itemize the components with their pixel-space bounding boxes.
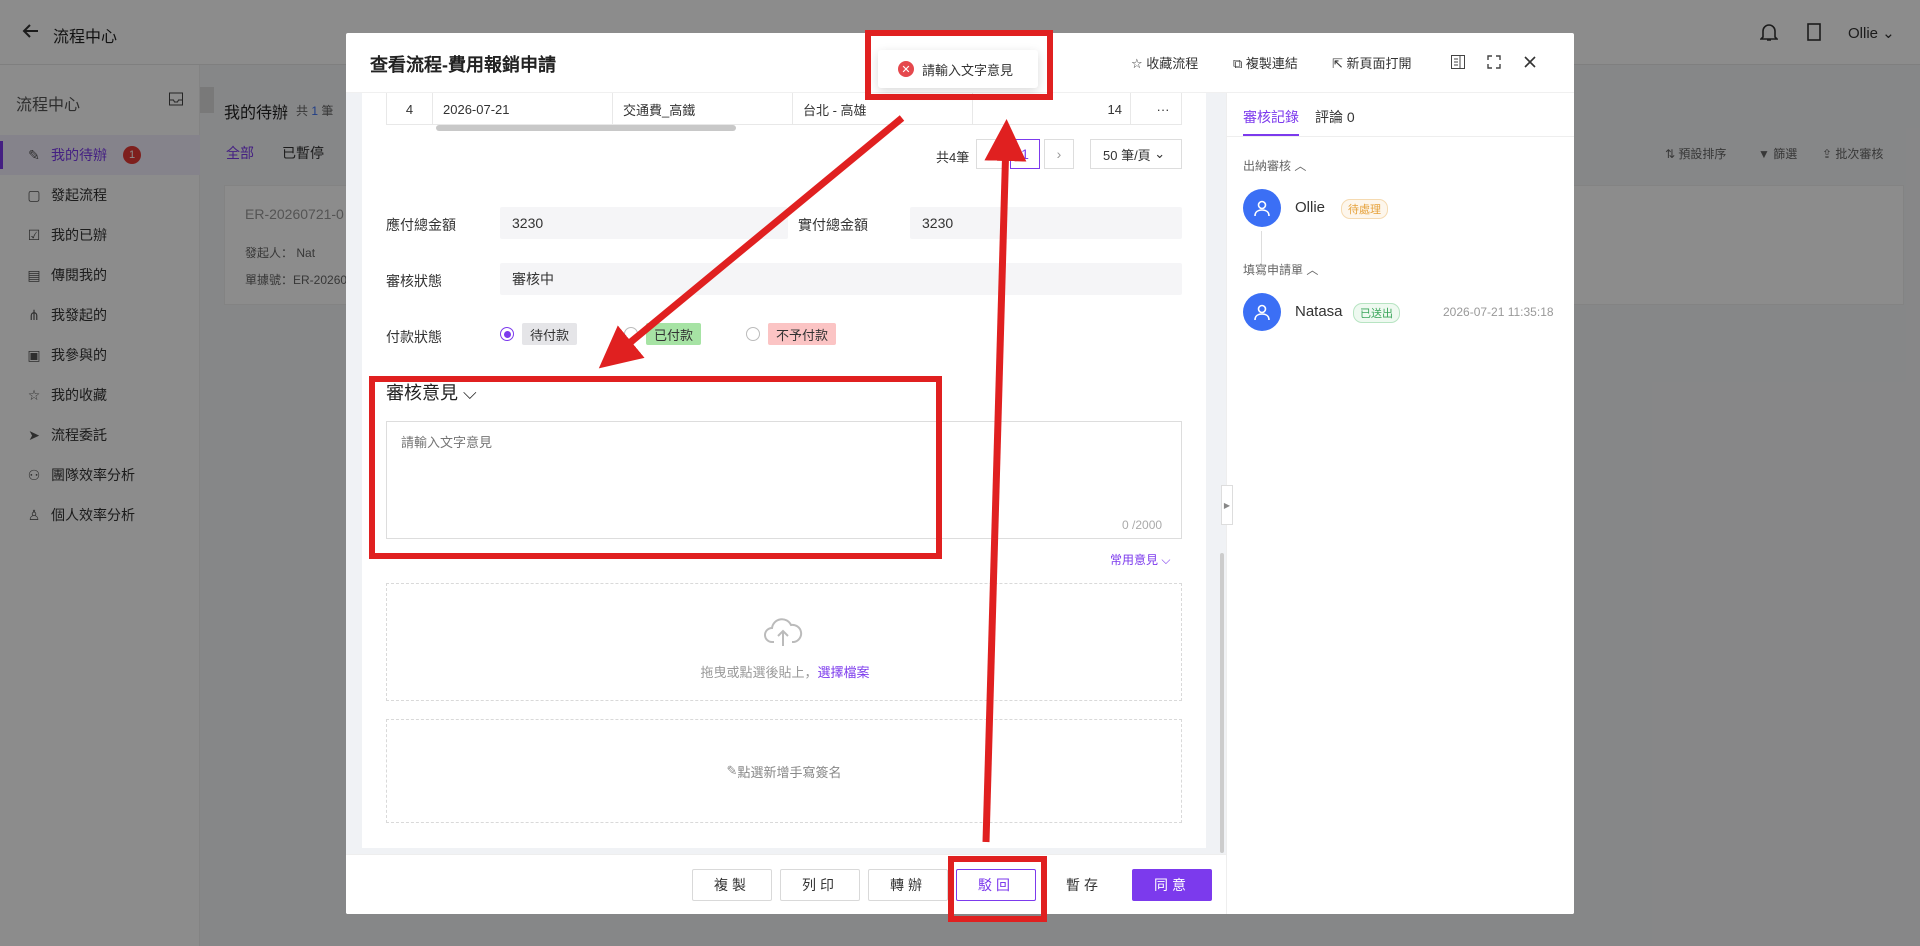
- arrow-reject-to-toast: [982, 119, 1027, 843]
- arrow-toast-to-opinion: [598, 115, 905, 369]
- annotation-arrows: [598, 115, 1027, 843]
